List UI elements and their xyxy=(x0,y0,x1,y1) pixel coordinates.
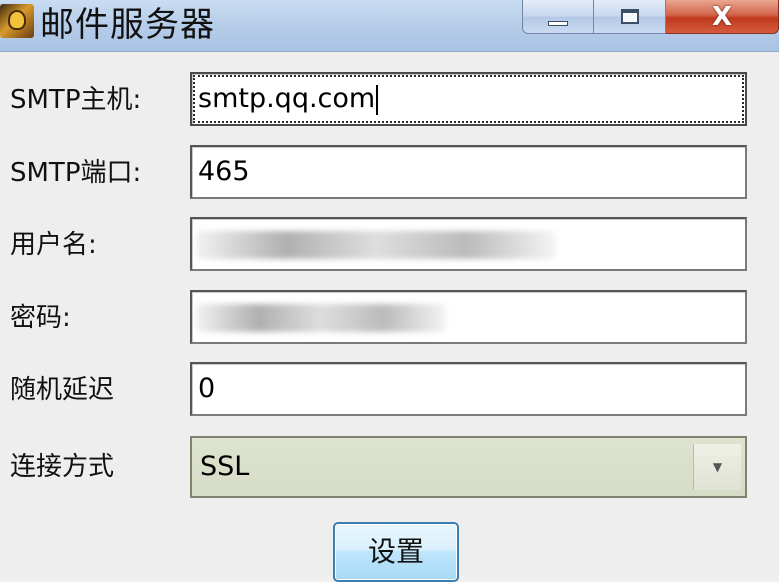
username-label: 用户名: xyxy=(10,230,97,260)
random-delay-row: 随机延迟 0 xyxy=(0,362,779,418)
chevron-down-icon: ▼ xyxy=(712,460,723,474)
connection-select[interactable]: SSL ▼ xyxy=(190,436,747,498)
maximize-button[interactable] xyxy=(594,0,666,34)
redacted-blur xyxy=(196,304,446,332)
close-icon: X xyxy=(711,1,733,32)
username-row: 用户名: xyxy=(0,217,779,273)
smtp-host-row: SMTP主机: smtp.qq.com xyxy=(0,72,779,128)
password-input[interactable] xyxy=(190,290,747,344)
minimize-button[interactable] xyxy=(522,0,594,34)
title-bar[interactable]: 邮件服务器 X xyxy=(0,0,779,52)
connection-label: 连接方式 xyxy=(10,452,115,482)
smtp-host-value: smtp.qq.com xyxy=(198,83,376,114)
username-input[interactable] xyxy=(190,217,747,271)
close-button[interactable]: X xyxy=(666,0,779,34)
minimize-icon xyxy=(548,21,568,26)
mail-server-dialog: 邮件服务器 X SMTP主机: smtp.qq.com SMTP端口: 465 … xyxy=(0,0,779,582)
random-delay-input[interactable]: 0 xyxy=(190,362,747,416)
smtp-port-row: SMTP端口: 465 xyxy=(0,145,779,201)
text-caret xyxy=(376,84,379,115)
smtp-host-input[interactable]: smtp.qq.com xyxy=(190,72,747,126)
password-row: 密码: xyxy=(0,290,779,346)
window-title: 邮件服务器 xyxy=(40,5,215,45)
maximize-icon xyxy=(620,9,639,24)
smtp-port-label: SMTP端口: xyxy=(10,158,142,188)
password-label: 密码: xyxy=(10,303,71,333)
redacted-blur xyxy=(196,231,556,259)
smtp-host-label: SMTP主机: xyxy=(10,85,142,115)
dropdown-arrow-button[interactable]: ▼ xyxy=(693,444,741,490)
smtp-port-input[interactable]: 465 xyxy=(190,145,747,199)
app-icon xyxy=(0,4,34,38)
random-delay-label: 随机延迟 xyxy=(10,375,115,405)
connection-selected-value: SSL xyxy=(200,451,250,482)
connection-row: 连接方式 SSL ▼ xyxy=(0,436,779,498)
set-button[interactable]: 设置 xyxy=(333,522,459,582)
